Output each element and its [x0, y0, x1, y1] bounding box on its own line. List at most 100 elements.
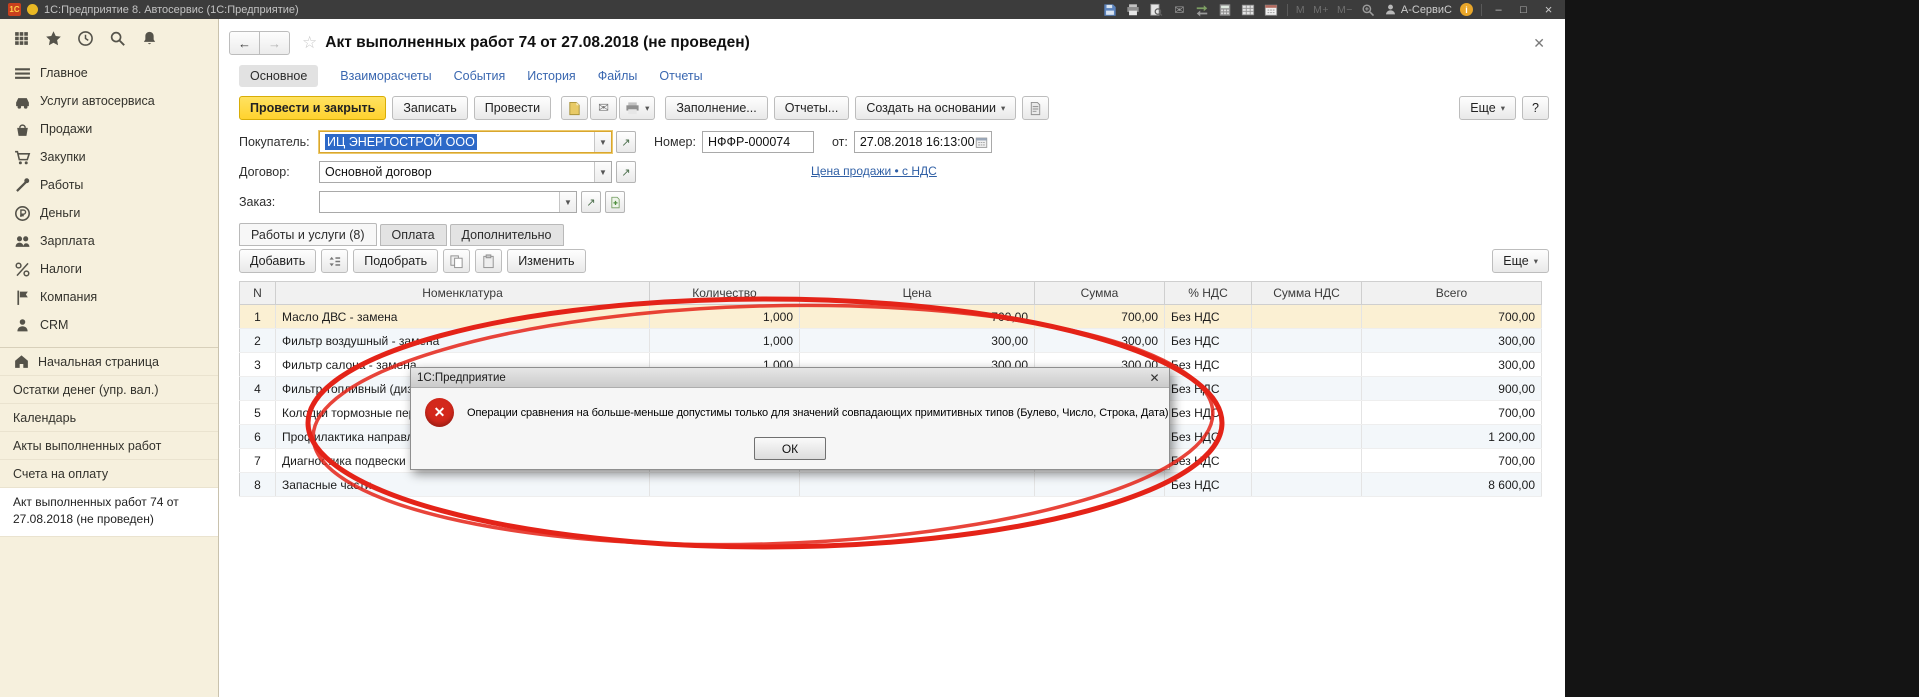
edit-row-button[interactable]: Изменить [507, 249, 585, 273]
paste-row-button[interactable] [475, 249, 502, 273]
exchange-icon[interactable] [1195, 2, 1210, 17]
info-icon[interactable]: i [1460, 3, 1473, 16]
post-and-close-button[interactable]: Провести и закрыть [239, 96, 386, 120]
quick-menu-icon[interactable] [27, 4, 38, 15]
fill-button[interactable]: Заполнение... [665, 96, 767, 120]
print-icon[interactable] [1126, 2, 1141, 17]
open-customer-button[interactable]: ↗ [616, 131, 636, 153]
tab-main[interactable]: Основное [239, 65, 318, 87]
sidebar-item-raboty[interactable]: Работы [0, 171, 218, 199]
panel-item-acts[interactable]: Акты выполненных работ [0, 432, 218, 460]
send-email-button[interactable]: ✉ [590, 96, 617, 120]
tab-history[interactable]: История [527, 69, 575, 83]
chevron-down-icon[interactable]: ▼ [559, 192, 576, 212]
print-button[interactable]: ▾ [619, 96, 655, 120]
table-more-button[interactable]: Еще▾ [1492, 249, 1549, 273]
customer-input[interactable]: ИЦ ЭНЕРГОСТРОЙ ООО ▼ [319, 131, 612, 153]
notifications-bell-icon[interactable] [141, 30, 159, 48]
more-button[interactable]: Еще▾ [1459, 96, 1516, 120]
sidebar-item-glavnoe[interactable]: Главное [0, 59, 218, 87]
window-close-button[interactable]: × [1540, 2, 1557, 17]
tab-events[interactable]: События [454, 69, 506, 83]
minimize-button[interactable]: – [1490, 4, 1507, 16]
save-button[interactable]: Записать [392, 96, 467, 120]
calendar-icon[interactable] [975, 132, 988, 152]
panel-item-home[interactable]: Начальная страница [0, 348, 218, 376]
col-vat-sum[interactable]: Сумма НДС [1252, 282, 1362, 305]
panel-item-calendar[interactable]: Календарь [0, 404, 218, 432]
reports-button[interactable]: Отчеты... [774, 96, 850, 120]
col-total[interactable]: Всего [1362, 282, 1542, 305]
panel-item-invoices[interactable]: Счета на оплату [0, 460, 218, 488]
sidebar-active-document[interactable]: Акт выполненных работ 74 от 27.08.2018 (… [0, 488, 218, 537]
back-button[interactable]: ← [229, 31, 260, 55]
window-titlebar[interactable]: 1С 1С:Предприятие 8. Автосервис (1С:Пред… [0, 0, 1565, 19]
calc-memory-button[interactable]: М [1296, 4, 1305, 16]
create-order-button[interactable] [605, 191, 625, 213]
maximize-button[interactable]: □ [1515, 4, 1532, 16]
sidebar-item-nalogi[interactable]: Налоги [0, 255, 218, 283]
col-n[interactable]: N [240, 282, 276, 305]
search-icon[interactable] [109, 30, 127, 48]
favorite-star-icon[interactable]: ☆ [302, 33, 317, 53]
tab-files[interactable]: Файлы [598, 69, 638, 83]
zoom-icon[interactable] [1361, 2, 1376, 17]
tab-settlements[interactable]: Взаиморасчеты [340, 69, 431, 83]
dialog-close-button[interactable]: ✕ [1146, 370, 1163, 385]
edo-document-button[interactable] [1022, 96, 1049, 120]
number-input[interactable]: НФФР-000074 [702, 131, 814, 153]
forward-button[interactable]: → [260, 31, 290, 55]
table-icon[interactable] [1241, 2, 1256, 17]
help-button[interactable]: ? [1522, 96, 1549, 120]
tab-payment[interactable]: Оплата [380, 224, 447, 246]
tab-additional[interactable]: Дополнительно [450, 224, 564, 246]
current-user[interactable]: А-СервиС [1384, 3, 1452, 16]
sidebar-item-kompaniya[interactable]: Компания [0, 283, 218, 311]
post-button[interactable]: Провести [474, 96, 551, 120]
add-row-button[interactable]: Добавить [239, 249, 316, 273]
move-rows-button[interactable] [321, 249, 348, 273]
col-nomenclature[interactable]: Номенклатура [276, 282, 650, 305]
order-input[interactable]: ▼ [319, 191, 577, 213]
calc-memory-plus-button[interactable]: М+ [1313, 4, 1329, 16]
table-row[interactable]: 1Масло ДВС - замена1,000700,00700,00Без … [240, 305, 1542, 329]
print-preview-icon[interactable] [1149, 2, 1164, 17]
tab-works-services[interactable]: Работы и услуги (8) [239, 223, 377, 246]
favorites-star-icon[interactable] [45, 30, 63, 48]
date-input[interactable]: 27.08.2018 16:13:00 [854, 131, 992, 153]
ok-button[interactable]: ОК [754, 437, 826, 460]
pick-button[interactable]: Подобрать [353, 249, 438, 273]
chevron-down-icon[interactable]: ▼ [594, 132, 611, 152]
send-mail-icon[interactable]: ✉ [1172, 2, 1187, 17]
functions-menu-icon[interactable] [13, 30, 31, 48]
close-document-button[interactable]: ✕ [1529, 33, 1549, 54]
sidebar-item-crm[interactable]: CRM [0, 311, 218, 339]
history-icon[interactable] [77, 30, 95, 48]
attached-files-button[interactable] [561, 96, 588, 120]
panel-item-cash-balance[interactable]: Остатки денег (упр. вал.) [0, 376, 218, 404]
sidebar-item-zakupki[interactable]: Закупки [0, 143, 218, 171]
col-quantity[interactable]: Количество [650, 282, 800, 305]
open-contract-button[interactable]: ↗ [616, 161, 636, 183]
dialog-titlebar[interactable]: 1С:Предприятие ✕ [411, 368, 1169, 388]
calendar-icon[interactable] [1264, 2, 1279, 17]
calculator-icon[interactable] [1218, 2, 1233, 17]
tab-reports[interactable]: Отчеты [659, 69, 702, 83]
col-price[interactable]: Цена [800, 282, 1035, 305]
copy-row-button[interactable] [443, 249, 470, 273]
col-sum[interactable]: Сумма [1035, 282, 1165, 305]
table-row[interactable]: 2Фильтр воздушный - замена1,000300,00300… [240, 329, 1542, 353]
sidebar-item-uslugi-avtoservisa[interactable]: Услуги автосервиса [0, 87, 218, 115]
sidebar-item-prodazhi[interactable]: Продажи [0, 115, 218, 143]
sidebar-item-zarplata[interactable]: Зарплата [0, 227, 218, 255]
price-type-link[interactable]: Цена продажи • с НДС [811, 164, 937, 178]
open-order-button[interactable]: ↗ [581, 191, 601, 213]
table-row[interactable]: 8Запасные частиБез НДС8 600,00 [240, 473, 1542, 497]
col-vat-percent[interactable]: % НДС [1165, 282, 1252, 305]
save-icon[interactable] [1103, 2, 1118, 17]
chevron-down-icon[interactable]: ▼ [594, 162, 611, 182]
sidebar-item-dengi[interactable]: Деньги [0, 199, 218, 227]
create-based-on-button[interactable]: Создать на основании▾ [855, 96, 1016, 120]
contract-input[interactable]: Основной договор ▼ [319, 161, 612, 183]
calc-memory-minus-button[interactable]: М− [1337, 4, 1353, 16]
